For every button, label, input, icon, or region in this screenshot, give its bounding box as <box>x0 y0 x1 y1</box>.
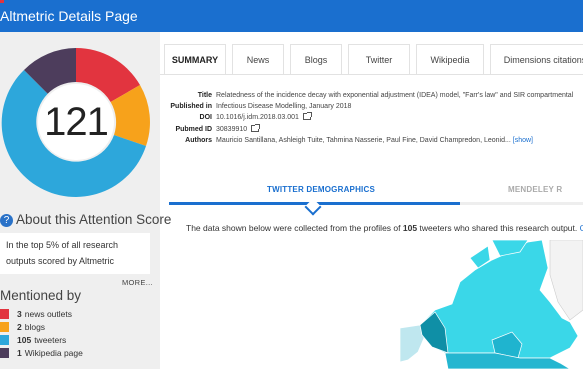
tab-blogs[interactable]: Blogs <box>290 44 342 75</box>
twitter-demographics-tab[interactable]: TWITTER DEMOGRAPHICS <box>267 185 375 194</box>
greenland-region <box>549 240 583 321</box>
authors-row: Authors Mauricio Santillana, Ashleigh Tu… <box>164 135 573 146</box>
tab-wikipedia[interactable]: Wikipedia <box>416 44 484 75</box>
description-prefix: The data shown below were collected from… <box>186 223 401 233</box>
sidebar: 121 ? About this Attention Score In the t… <box>0 32 171 369</box>
attention-score: 121 <box>44 99 109 144</box>
mention-label: blogs <box>24 321 46 332</box>
altmetric-donut[interactable]: 121 <box>0 46 152 198</box>
mention-label: Wikipedia page <box>24 347 83 358</box>
about-score-label: About this Attention Score <box>16 212 172 227</box>
doi-row: DOI 10.1016/j.idm.2018.03.001 <box>164 112 573 123</box>
tab-bar: SUMMARY News Blogs Twitter Wikipedia Dim… <box>164 44 583 75</box>
demographics-description: The data shown below were collected from… <box>186 223 583 233</box>
wikipedia-color-swatch <box>0 347 9 358</box>
authors-label: Authors <box>185 136 212 144</box>
more-link[interactable]: MORE... <box>122 278 153 287</box>
authors-text: Mauricio Santillana, Ashleigh Tuite, Tah… <box>216 136 511 144</box>
doi-value[interactable]: 10.1016/j.idm.2018.03.001 <box>216 112 312 123</box>
mention-item-wikipedia[interactable]: 1 Wikipedia page <box>0 346 83 359</box>
header-accent <box>0 0 4 3</box>
tweeter-count: 105 <box>402 223 418 233</box>
pubmed-label: Pubmed ID <box>175 125 212 133</box>
mendeley-tab[interactable]: MENDELEY R <box>508 185 562 194</box>
title-row: Title Relatedness of the incidence decay… <box>164 90 574 101</box>
demographics-tab-underline <box>169 202 583 205</box>
mentioned-by-heading: Mentioned by <box>0 288 82 303</box>
pubmed-row: Pubmed ID 30839910 <box>164 123 573 135</box>
external-link-icon[interactable] <box>251 123 261 132</box>
score-rank-box: In the top 5% of all research outputs sc… <box>0 233 150 274</box>
article-details: Title Relatedness of the incidence decay… <box>164 90 573 146</box>
show-authors-link[interactable]: [show] <box>513 137 533 144</box>
title-value: Relatedness of the incidence decay with … <box>216 92 574 99</box>
blogs-color-swatch <box>0 321 9 332</box>
published-value: Infectious Disease Modelling, January 20… <box>216 103 352 111</box>
tab-twitter[interactable]: Twitter <box>348 44 410 75</box>
external-link-icon[interactable] <box>302 112 312 121</box>
pubmed-link[interactable]: 30839910 <box>216 126 247 133</box>
mention-label: tweeters <box>34 334 67 345</box>
rank-line-1: In the top 5% of all research <box>6 240 119 250</box>
mention-item-tweeters[interactable]: 105 tweeters <box>0 333 83 346</box>
mentions-list: 3 news outlets 2 blogs 105 tweeters 1 Wi… <box>0 307 83 359</box>
mention-item-blogs[interactable]: 2 blogs <box>0 320 83 333</box>
about-score-heading[interactable]: ? About this Attention Score <box>0 212 171 227</box>
mention-item-news[interactable]: 3 news outlets <box>0 307 83 320</box>
published-label: Published in <box>170 103 212 111</box>
published-row: Published in Infectious Disease Modellin… <box>164 101 573 112</box>
tab-dimensions-citations[interactable]: Dimensions citations <box>490 44 583 75</box>
mention-count: 2 <box>17 321 22 332</box>
alaska-region <box>400 324 425 363</box>
authors-value: Mauricio Santillana, Ashleigh Tuite, Tah… <box>216 135 533 146</box>
doi-label: DOI <box>199 114 212 122</box>
question-icon: ? <box>0 214 13 227</box>
mention-count: 3 <box>17 308 22 319</box>
header-bar: Altmetric Details Page <box>0 0 583 32</box>
twitter-demographics-map[interactable] <box>400 240 583 369</box>
mention-count: 105 <box>17 334 32 345</box>
description-link[interactable]: C <box>580 223 583 233</box>
mention-count: 1 <box>17 347 22 358</box>
doi-link[interactable]: 10.1016/j.idm.2018.03.001 <box>216 114 299 121</box>
description-suffix: tweeters who shared this research output… <box>419 223 578 233</box>
title-label: Title <box>197 92 212 99</box>
mention-label: news outlets <box>24 308 72 319</box>
pubmed-value[interactable]: 30839910 <box>216 123 261 135</box>
tab-summary[interactable]: SUMMARY <box>164 44 226 75</box>
tab-divider <box>160 74 583 75</box>
page-title: Altmetric Details Page <box>0 8 138 24</box>
rank-line-2: outputs scored by Altmetric <box>6 256 115 266</box>
news-color-swatch <box>0 308 9 319</box>
tab-news[interactable]: News <box>232 44 284 75</box>
tweeters-color-swatch <box>0 334 9 345</box>
